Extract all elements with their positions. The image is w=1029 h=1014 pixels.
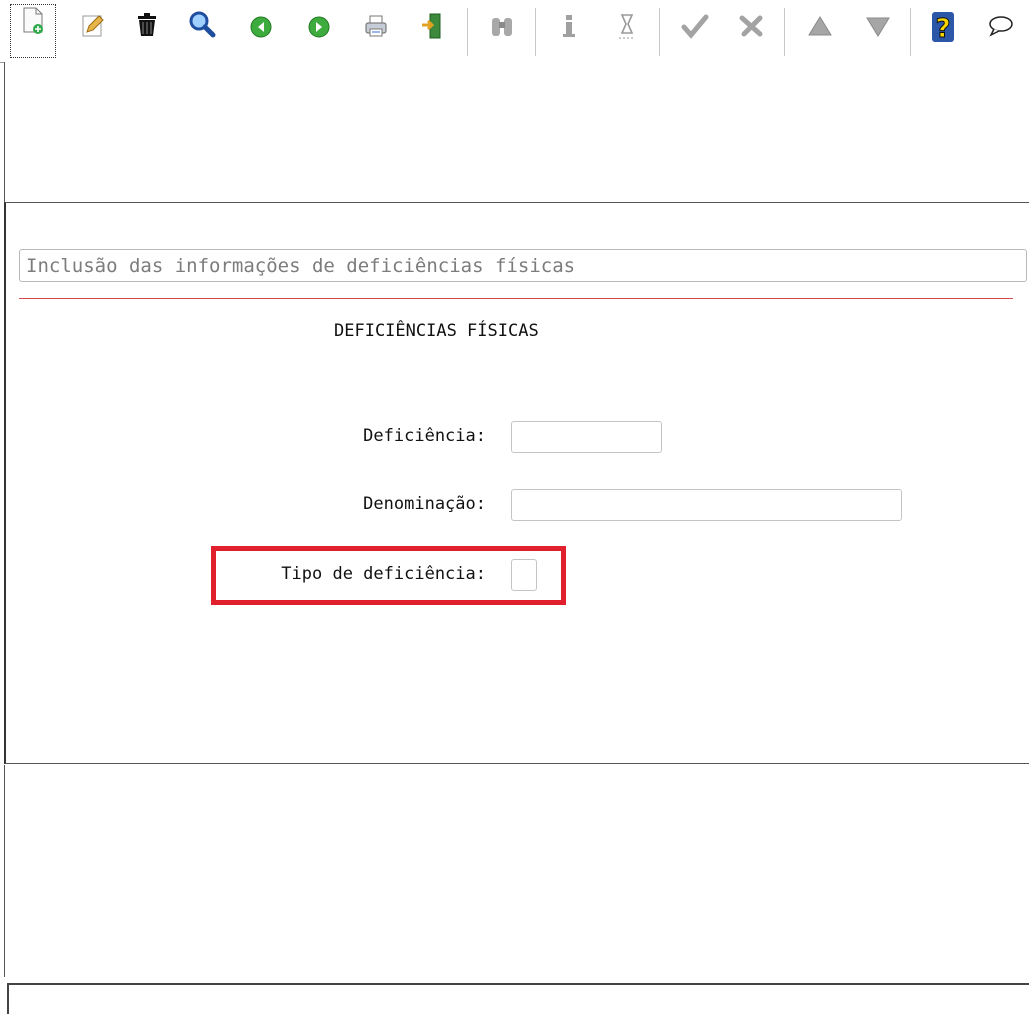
toolbar-separator [910,8,911,56]
info-icon [563,15,575,37]
top-frame [4,62,1029,202]
description-field: Inclusão das informações de deficiências… [19,249,1027,282]
deficiencia-input[interactable] [511,421,662,453]
toolbar-separator [467,8,468,56]
edit-pencil-icon [82,15,104,37]
print-button[interactable] [358,10,394,56]
toolbar-separator [535,8,536,56]
chat-bubble-icon [989,16,1013,37]
help-question-icon: ? [932,12,954,44]
next-button[interactable] [301,10,337,56]
trash-icon [138,13,156,36]
hourglass-icon [619,14,635,39]
cancel-x-icon [739,15,763,37]
info-button[interactable] [551,10,587,56]
denominacao-label: Denominação: [363,494,486,514]
form-panel: Inclusão das informações de deficiências… [4,202,1029,764]
move-down-button[interactable] [860,10,896,56]
edit-button[interactable] [74,10,110,56]
title-divider [19,298,1013,299]
help-button[interactable]: ? [925,10,961,56]
down-triangle-icon [866,17,890,37]
search-button[interactable] [184,10,220,56]
print-icon [365,15,387,37]
search-magnifier-icon [189,11,216,38]
up-triangle-icon [808,16,832,36]
section-title: DEFICIÊNCIAS FÍSICAS [334,321,539,341]
highlight-box [211,546,566,605]
svg-text:?: ? [935,14,950,44]
delete-button[interactable] [129,10,165,56]
comment-button[interactable] [982,10,1018,56]
deficiencia-label: Deficiência: [363,426,486,446]
binoculars-button[interactable] [484,10,520,56]
confirm-button[interactable] [677,10,713,56]
toolbar-separator [659,8,660,56]
next-green-icon [308,16,330,38]
denominacao-input[interactable] [511,489,902,521]
previous-green-icon [250,16,272,38]
exit-button[interactable] [414,10,450,56]
toolbar-separator [784,8,785,56]
hourglass-button[interactable] [609,10,645,56]
new-document-icon [23,7,43,34]
cancel-button[interactable] [733,10,769,56]
middle-frame [4,765,1029,977]
new-document-button[interactable] [10,4,56,58]
binoculars-icon [492,18,512,36]
toolbar: ? [0,0,1029,63]
exit-door-icon [422,13,441,39]
confirm-check-icon [681,14,709,39]
previous-button[interactable] [243,10,279,56]
bottom-frame [7,983,1029,1014]
move-up-button[interactable] [802,10,838,56]
